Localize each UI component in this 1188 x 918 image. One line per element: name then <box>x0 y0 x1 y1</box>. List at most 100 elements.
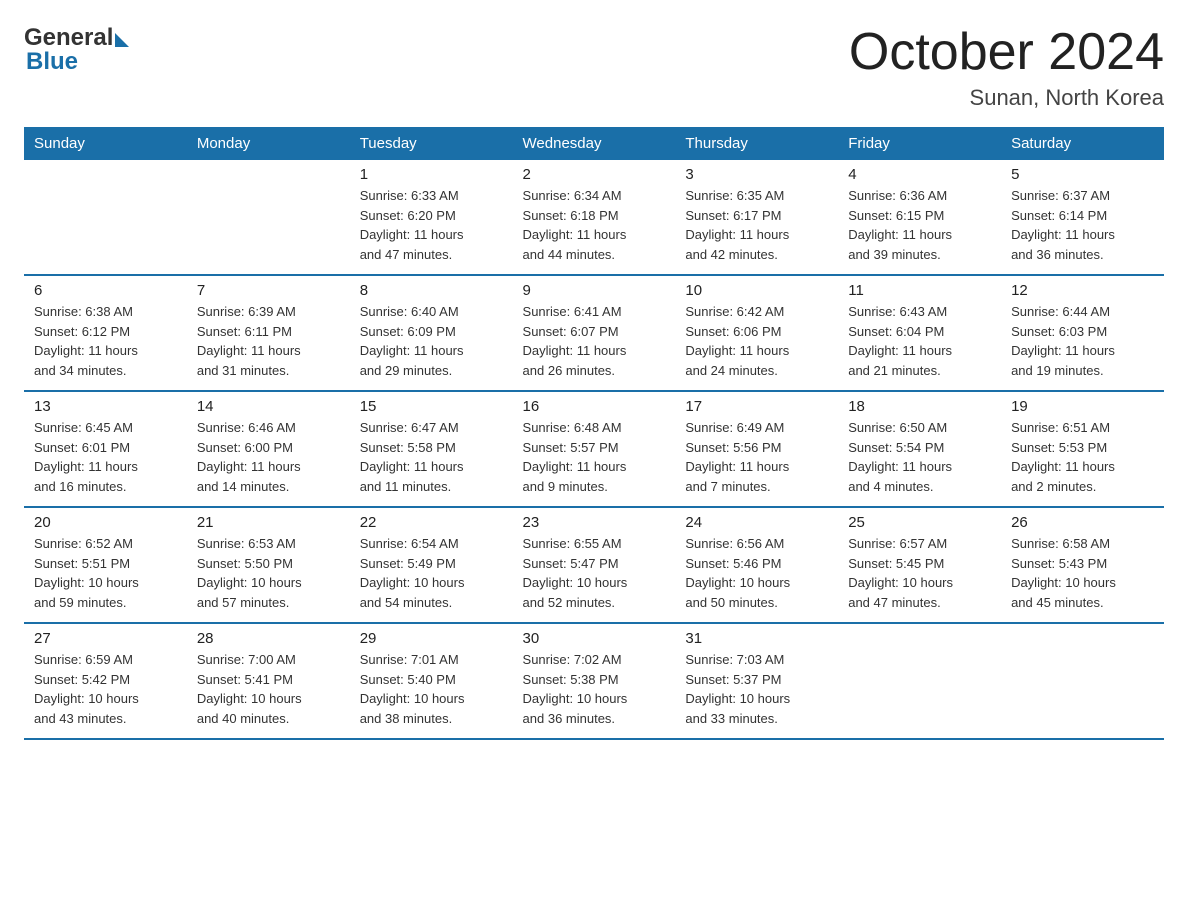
day-cell <box>838 623 1001 739</box>
day-cell: 7 Sunrise: 6:39 AM Sunset: 6:11 PM Daylig… <box>187 275 350 391</box>
day-number: 9 <box>523 282 666 299</box>
day-info: Sunrise: 6:51 AM Sunset: 5:53 PM Dayligh… <box>1011 418 1154 496</box>
day-cell: 30Sunrise: 7:02 AM Sunset: 5:38 PM Dayli… <box>513 623 676 739</box>
day-number: 22 <box>360 514 503 531</box>
day-info: Sunrise: 6:59 AM Sunset: 5:42 PM Dayligh… <box>34 650 177 728</box>
logo-blue-text: Blue <box>26 48 78 76</box>
day-number: 23 <box>523 514 666 531</box>
day-cell: 3 Sunrise: 6:35 AM Sunset: 6:17 PM Daylig… <box>675 160 838 275</box>
day-info: Sunrise: 6:45 AM Sunset: 6:01 PM Dayligh… <box>34 418 177 496</box>
day-info: Sunrise: 6:43 AM Sunset: 6:04 PM Dayligh… <box>848 302 991 380</box>
title-area: October 2024 Sunan, North Korea <box>849 24 1164 111</box>
day-number: 14 <box>197 398 340 415</box>
day-number: 27 <box>34 630 177 647</box>
day-info: Sunrise: 6:50 AM Sunset: 5:54 PM Dayligh… <box>848 418 991 496</box>
day-cell: 20Sunrise: 6:52 AM Sunset: 5:51 PM Dayli… <box>24 507 187 623</box>
day-cell: 18 Sunrise: 6:50 AM Sunset: 5:54 PM Dayli… <box>838 391 1001 507</box>
day-cell: 8 Sunrise: 6:40 AM Sunset: 6:09 PM Daylig… <box>350 275 513 391</box>
day-info: Sunrise: 6:52 AM Sunset: 5:51 PM Dayligh… <box>34 534 177 612</box>
day-number: 28 <box>197 630 340 647</box>
day-number: 10 <box>685 282 828 299</box>
week-row-4: 27 Sunrise: 6:59 AM Sunset: 5:42 PM Dayli… <box>24 623 1164 739</box>
day-number: 1 <box>360 166 503 183</box>
day-cell: 1 Sunrise: 6:33 AM Sunset: 6:20 PM Daylig… <box>350 160 513 275</box>
day-number: 26 <box>1011 514 1154 531</box>
week-row-3: 20Sunrise: 6:52 AM Sunset: 5:51 PM Dayli… <box>24 507 1164 623</box>
day-number: 30 <box>523 630 666 647</box>
day-number: 17 <box>685 398 828 415</box>
day-number: 15 <box>360 398 503 415</box>
week-row-0: 1 Sunrise: 6:33 AM Sunset: 6:20 PM Daylig… <box>24 160 1164 275</box>
day-number: 4 <box>848 166 991 183</box>
day-cell: 15Sunrise: 6:47 AM Sunset: 5:58 PM Dayli… <box>350 391 513 507</box>
logo-arrow-icon <box>115 33 129 47</box>
day-cell: 29 Sunrise: 7:01 AM Sunset: 5:40 PM Dayli… <box>350 623 513 739</box>
header-cell-thursday: Thursday <box>675 127 838 160</box>
day-number: 6 <box>34 282 177 299</box>
week-row-1: 6 Sunrise: 6:38 AM Sunset: 6:12 PM Daylig… <box>24 275 1164 391</box>
day-cell: 16 Sunrise: 6:48 AM Sunset: 5:57 PM Dayli… <box>513 391 676 507</box>
day-info: Sunrise: 6:57 AM Sunset: 5:45 PM Dayligh… <box>848 534 991 612</box>
day-cell: 11 Sunrise: 6:43 AM Sunset: 6:04 PM Dayli… <box>838 275 1001 391</box>
page-header: General Blue October 2024 Sunan, North K… <box>24 24 1164 111</box>
day-info: Sunrise: 6:54 AM Sunset: 5:49 PM Dayligh… <box>360 534 503 612</box>
day-cell: 26Sunrise: 6:58 AM Sunset: 5:43 PM Dayli… <box>1001 507 1164 623</box>
day-info: Sunrise: 6:46 AM Sunset: 6:00 PM Dayligh… <box>197 418 340 496</box>
header-cell-sunday: Sunday <box>24 127 187 160</box>
day-info: Sunrise: 7:00 AM Sunset: 5:41 PM Dayligh… <box>197 650 340 728</box>
month-title: October 2024 <box>849 24 1164 81</box>
day-info: Sunrise: 7:01 AM Sunset: 5:40 PM Dayligh… <box>360 650 503 728</box>
day-number: 2 <box>523 166 666 183</box>
day-cell <box>24 160 187 275</box>
day-info: Sunrise: 6:39 AM Sunset: 6:11 PM Dayligh… <box>197 302 340 380</box>
day-number: 19 <box>1011 398 1154 415</box>
day-number: 16 <box>523 398 666 415</box>
day-info: Sunrise: 6:36 AM Sunset: 6:15 PM Dayligh… <box>848 186 991 264</box>
day-number: 5 <box>1011 166 1154 183</box>
location: Sunan, North Korea <box>849 85 1164 111</box>
day-info: Sunrise: 6:37 AM Sunset: 6:14 PM Dayligh… <box>1011 186 1154 264</box>
day-number: 21 <box>197 514 340 531</box>
day-cell: 13 Sunrise: 6:45 AM Sunset: 6:01 PM Dayli… <box>24 391 187 507</box>
day-info: Sunrise: 6:48 AM Sunset: 5:57 PM Dayligh… <box>523 418 666 496</box>
day-cell: 5 Sunrise: 6:37 AM Sunset: 6:14 PM Daylig… <box>1001 160 1164 275</box>
day-info: Sunrise: 6:40 AM Sunset: 6:09 PM Dayligh… <box>360 302 503 380</box>
day-number: 3 <box>685 166 828 183</box>
calendar-table: SundayMondayTuesdayWednesdayThursdayFrid… <box>24 127 1164 740</box>
day-info: Sunrise: 7:03 AM Sunset: 5:37 PM Dayligh… <box>685 650 828 728</box>
header-cell-wednesday: Wednesday <box>513 127 676 160</box>
day-cell: 17 Sunrise: 6:49 AM Sunset: 5:56 PM Dayli… <box>675 391 838 507</box>
day-info: Sunrise: 6:44 AM Sunset: 6:03 PM Dayligh… <box>1011 302 1154 380</box>
day-cell: 24Sunrise: 6:56 AM Sunset: 5:46 PM Dayli… <box>675 507 838 623</box>
day-number: 13 <box>34 398 177 415</box>
day-cell: 27 Sunrise: 6:59 AM Sunset: 5:42 PM Dayli… <box>24 623 187 739</box>
header-row: SundayMondayTuesdayWednesdayThursdayFrid… <box>24 127 1164 160</box>
day-cell <box>1001 623 1164 739</box>
day-cell: 25Sunrise: 6:57 AM Sunset: 5:45 PM Dayli… <box>838 507 1001 623</box>
day-info: Sunrise: 6:41 AM Sunset: 6:07 PM Dayligh… <box>523 302 666 380</box>
day-cell: 2Sunrise: 6:34 AM Sunset: 6:18 PM Daylig… <box>513 160 676 275</box>
day-cell: 12Sunrise: 6:44 AM Sunset: 6:03 PM Dayli… <box>1001 275 1164 391</box>
day-info: Sunrise: 6:35 AM Sunset: 6:17 PM Dayligh… <box>685 186 828 264</box>
day-info: Sunrise: 6:38 AM Sunset: 6:12 PM Dayligh… <box>34 302 177 380</box>
day-number: 8 <box>360 282 503 299</box>
day-number: 11 <box>848 282 991 299</box>
day-info: Sunrise: 6:55 AM Sunset: 5:47 PM Dayligh… <box>523 534 666 612</box>
day-cell: 22 Sunrise: 6:54 AM Sunset: 5:49 PM Dayli… <box>350 507 513 623</box>
logo: General Blue <box>24 24 129 76</box>
day-number: 24 <box>685 514 828 531</box>
day-cell: 21Sunrise: 6:53 AM Sunset: 5:50 PM Dayli… <box>187 507 350 623</box>
day-cell: 19 Sunrise: 6:51 AM Sunset: 5:53 PM Dayli… <box>1001 391 1164 507</box>
day-cell <box>187 160 350 275</box>
day-info: Sunrise: 6:49 AM Sunset: 5:56 PM Dayligh… <box>685 418 828 496</box>
day-number: 7 <box>197 282 340 299</box>
header-cell-tuesday: Tuesday <box>350 127 513 160</box>
day-number: 29 <box>360 630 503 647</box>
day-number: 31 <box>685 630 828 647</box>
header-cell-saturday: Saturday <box>1001 127 1164 160</box>
day-cell: 31 Sunrise: 7:03 AM Sunset: 5:37 PM Dayli… <box>675 623 838 739</box>
day-number: 18 <box>848 398 991 415</box>
day-cell: 23 Sunrise: 6:55 AM Sunset: 5:47 PM Dayli… <box>513 507 676 623</box>
day-cell: 10Sunrise: 6:42 AM Sunset: 6:06 PM Dayli… <box>675 275 838 391</box>
day-info: Sunrise: 6:33 AM Sunset: 6:20 PM Dayligh… <box>360 186 503 264</box>
